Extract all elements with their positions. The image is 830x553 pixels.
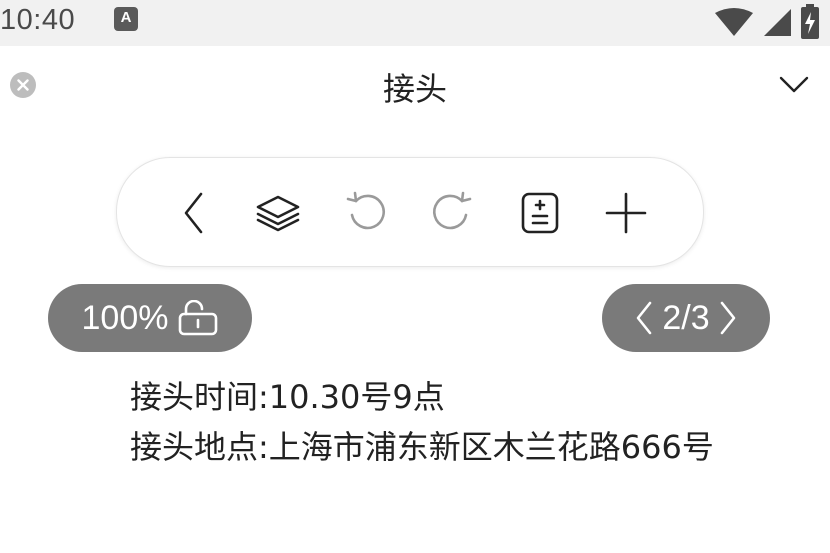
- chevron-down-icon: [779, 76, 809, 93]
- zoom-lock-button[interactable]: 100%: [48, 284, 252, 352]
- back-icon: [184, 192, 203, 234]
- page-indicator: 2/3: [602, 284, 770, 352]
- undo-button[interactable]: [343, 190, 389, 236]
- cell-signal-icon: [764, 9, 791, 36]
- screen: 10:40 A 接头 100% 2/3 接头时间:10.30号9点 接头地点:上…: [0, 0, 830, 553]
- zoom-level: 100%: [81, 298, 169, 337]
- adjust-button[interactable]: [517, 190, 563, 236]
- note-adjust-icon: [521, 192, 559, 234]
- back-button[interactable]: [171, 190, 217, 236]
- wifi-icon: [715, 8, 753, 36]
- unlock-icon: [179, 300, 218, 336]
- page-number: 2/3: [662, 298, 710, 337]
- editor-toolbar: [116, 157, 704, 267]
- note-line-time: 接头时间:10.30号9点: [130, 378, 445, 416]
- chevron-left-icon: [637, 301, 652, 335]
- note-header: 接头: [0, 46, 830, 130]
- undo-icon: [346, 191, 385, 230]
- add-button[interactable]: [603, 190, 649, 236]
- status-time: 10:40: [0, 4, 76, 36]
- notification-icon: A: [114, 7, 138, 31]
- note-content[interactable]: 接头时间:10.30号9点 接头地点:上海市浦东新区木兰花路666号: [130, 372, 730, 472]
- previous-page-button[interactable]: [632, 298, 656, 338]
- note-title: 接头: [382, 70, 447, 108]
- status-icons: [714, 4, 820, 40]
- redo-button[interactable]: [429, 190, 475, 236]
- layers-button[interactable]: [255, 190, 301, 236]
- next-page-button[interactable]: [716, 298, 740, 338]
- add-icon: [605, 192, 647, 234]
- layers-icon: [256, 195, 300, 232]
- collapse-button[interactable]: [778, 70, 810, 98]
- status-bar: 10:40 A: [0, 0, 830, 46]
- redo-icon: [433, 191, 472, 230]
- chevron-right-icon: [720, 301, 735, 335]
- note-line-location: 接头地点:上海市浦东新区木兰花路666号: [130, 428, 714, 466]
- battery-charging-icon: [801, 4, 819, 39]
